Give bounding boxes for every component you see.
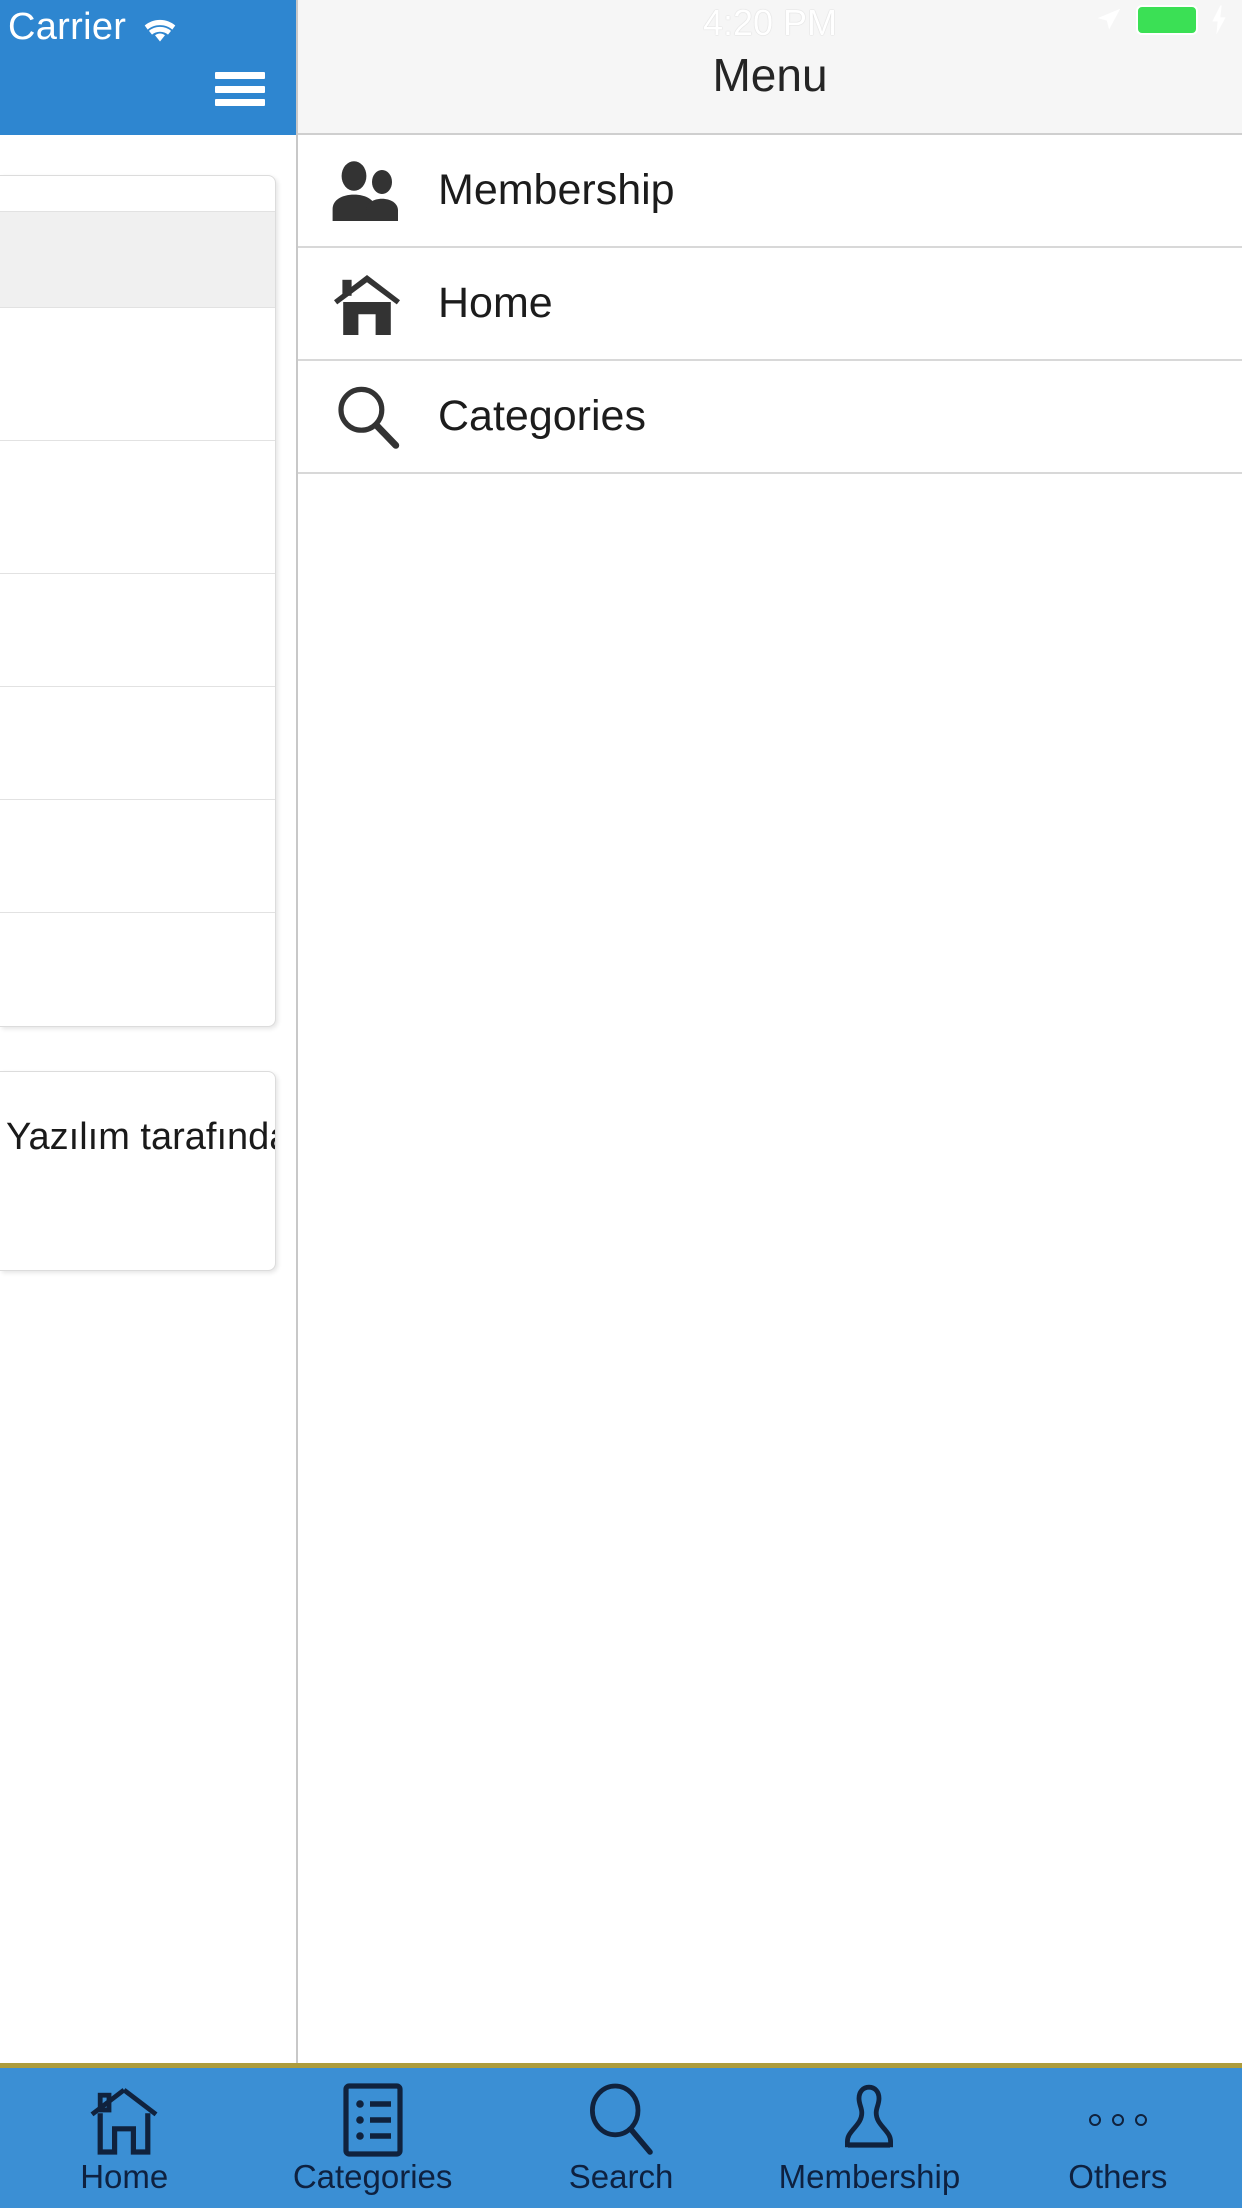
list-item[interactable] <box>0 574 275 687</box>
magnifier-icon <box>326 383 408 451</box>
menu-item-home[interactable]: Home <box>298 248 1242 361</box>
ellipsis-icon <box>1088 2080 1147 2160</box>
tab-label: Others <box>1068 2158 1168 2195</box>
tab-label: Membership <box>778 2158 961 2195</box>
tab-membership[interactable]: Membership <box>745 2068 993 2208</box>
tab-categories[interactable]: Categories <box>248 2068 496 2208</box>
list-item[interactable] <box>0 800 275 913</box>
dot-1 <box>1088 2114 1101 2126</box>
left-app-content: Yazılım tarafından <box>0 135 296 2055</box>
list-item[interactable] <box>0 308 275 441</box>
drawer-menu-list: Membership Home Categories <box>298 135 1242 474</box>
menu-item-membership[interactable]: Membership <box>298 135 1242 248</box>
menu-drawer-pane: 4:20 PM Menu Membership Home Categories <box>296 0 1242 2208</box>
drawer-header: 4:20 PM Menu <box>298 0 1242 135</box>
menu-item-label: Membership <box>438 166 675 214</box>
tab-label: Categories <box>292 2158 453 2195</box>
menu-item-label: Home <box>438 279 553 327</box>
tab-others[interactable]: Others <box>994 2068 1242 2208</box>
drawer-title: Menu <box>712 49 828 101</box>
hamburger-bar-3 <box>215 99 265 106</box>
carrier-label: Carrier <box>8 6 127 48</box>
list-item[interactable] <box>0 441 275 574</box>
people-icon <box>326 159 408 223</box>
list-item[interactable] <box>0 687 275 800</box>
wifi-icon <box>138 12 182 44</box>
left-app-header: Carrier <box>0 0 296 135</box>
list-item[interactable] <box>0 913 275 1026</box>
list-item[interactable] <box>0 212 275 308</box>
footer-card-text: Yazılım tarafından <box>6 1116 275 1158</box>
tab-home[interactable]: Home <box>0 2068 248 2208</box>
left-footer-card: Yazılım tarafından <box>0 1071 276 1271</box>
left-status-bar: Carrier <box>8 6 182 49</box>
status-bar-clock: 4:20 PM <box>702 2 838 43</box>
house-icon <box>326 271 408 337</box>
status-bar-indicators <box>1094 4 1228 36</box>
tab-label: Home <box>80 2158 169 2195</box>
house-outline-icon <box>87 2080 161 2160</box>
dot-3 <box>1134 2114 1147 2126</box>
device-status-bar: 4:20 PM <box>298 0 1242 46</box>
magnifier-outline-icon <box>586 2080 656 2160</box>
person-outline-icon <box>840 2080 898 2160</box>
tab-label: Search <box>568 2158 674 2195</box>
list-item[interactable] <box>0 176 275 212</box>
lightning-bolt-icon <box>1210 4 1228 36</box>
underlying-app-pane: Carrier Yazılım tarafınd <box>0 0 296 2208</box>
tab-search[interactable]: Search <box>497 2068 745 2208</box>
hamburger-menu-icon[interactable] <box>215 72 265 106</box>
hamburger-bar-2 <box>215 85 265 93</box>
hamburger-bar-1 <box>215 72 265 79</box>
menu-item-categories[interactable]: Categories <box>298 361 1242 474</box>
location-arrow-icon <box>1094 5 1124 35</box>
card-spacer <box>0 1027 296 1071</box>
left-list-card <box>0 175 276 1027</box>
menu-item-label: Categories <box>438 392 646 440</box>
bottom-tab-bar: Home Categories Search Membership Others <box>0 2063 1242 2208</box>
battery-full-icon <box>1136 5 1198 35</box>
dot-2 <box>1111 2114 1124 2126</box>
list-outline-icon <box>340 2080 406 2160</box>
app-screen: Carrier Yazılım tarafınd 4:20 PM Menu Me… <box>0 0 1242 2208</box>
